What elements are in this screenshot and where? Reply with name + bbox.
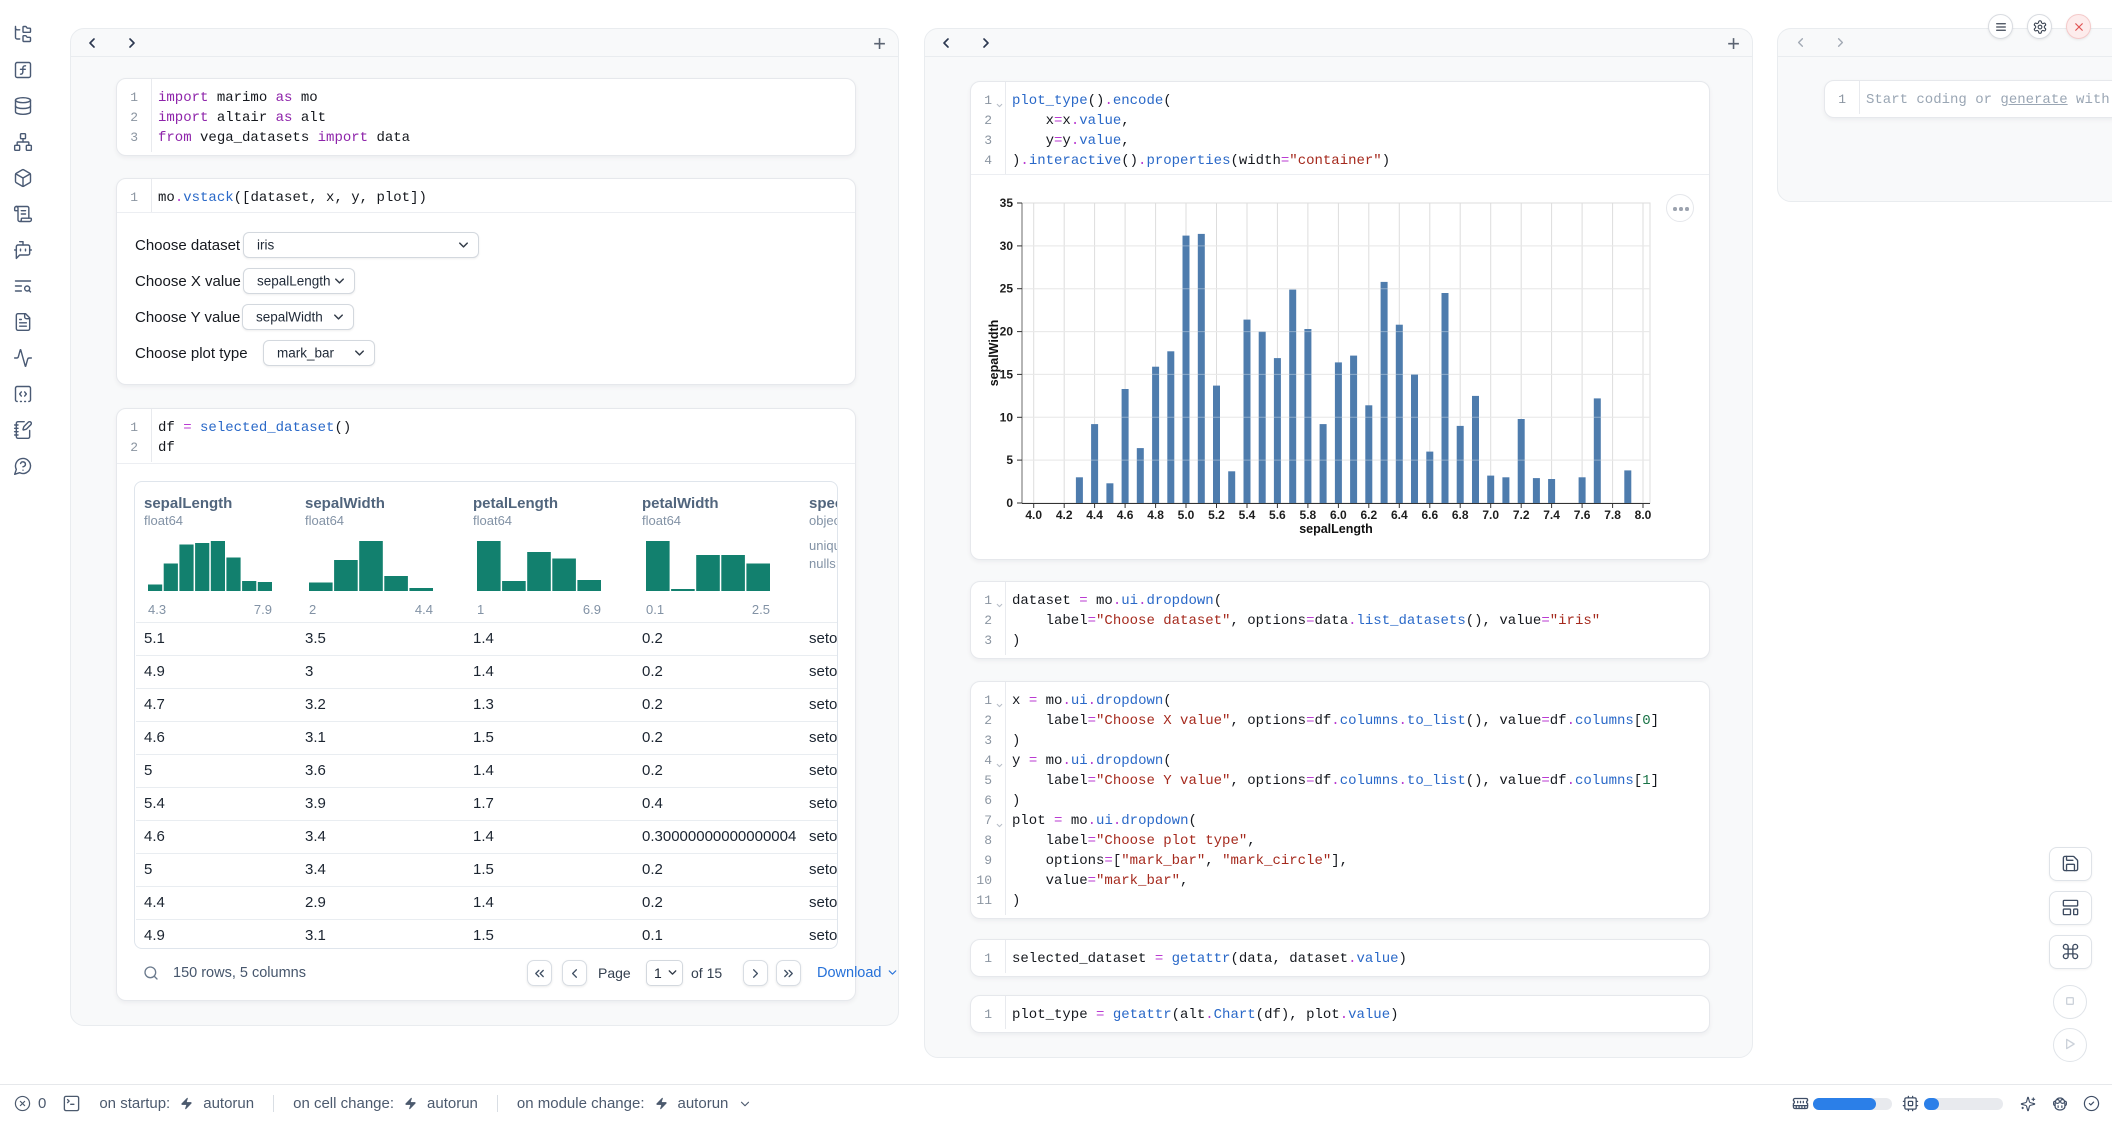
svg-text:4.2: 4.2: [1056, 508, 1073, 522]
svg-text:6.4: 6.4: [1391, 508, 1408, 522]
svg-text:5.0: 5.0: [1178, 508, 1195, 522]
svg-text:6.2: 6.2: [1360, 508, 1377, 522]
svg-text:6.8: 6.8: [1452, 508, 1469, 522]
svg-text:sepalWidth: sepalWidth: [987, 320, 1001, 387]
svg-text:7.2: 7.2: [1513, 508, 1530, 522]
svg-text:15: 15: [1000, 367, 1014, 381]
svg-text:30: 30: [1000, 239, 1014, 253]
svg-text:7.4: 7.4: [1543, 508, 1560, 522]
svg-text:7.0: 7.0: [1482, 508, 1499, 522]
svg-text:20: 20: [1000, 325, 1014, 339]
svg-text:4.4: 4.4: [1086, 508, 1103, 522]
svg-text:5: 5: [1006, 453, 1013, 467]
svg-text:4.0: 4.0: [1025, 508, 1042, 522]
svg-text:7.8: 7.8: [1604, 508, 1621, 522]
svg-text:0: 0: [1006, 496, 1013, 510]
svg-text:sepalLength: sepalLength: [1299, 522, 1373, 536]
svg-text:8.0: 8.0: [1635, 508, 1652, 522]
svg-text:6.0: 6.0: [1330, 508, 1347, 522]
svg-text:5.6: 5.6: [1269, 508, 1286, 522]
svg-text:4.6: 4.6: [1117, 508, 1134, 522]
svg-text:5.2: 5.2: [1208, 508, 1225, 522]
svg-text:6.6: 6.6: [1421, 508, 1438, 522]
svg-text:4.8: 4.8: [1147, 508, 1164, 522]
svg-text:7.6: 7.6: [1574, 508, 1591, 522]
svg-text:5.4: 5.4: [1239, 508, 1256, 522]
svg-text:5.8: 5.8: [1300, 508, 1317, 522]
svg-text:35: 35: [1000, 196, 1014, 210]
svg-text:10: 10: [1000, 410, 1014, 424]
svg-text:25: 25: [1000, 282, 1014, 296]
